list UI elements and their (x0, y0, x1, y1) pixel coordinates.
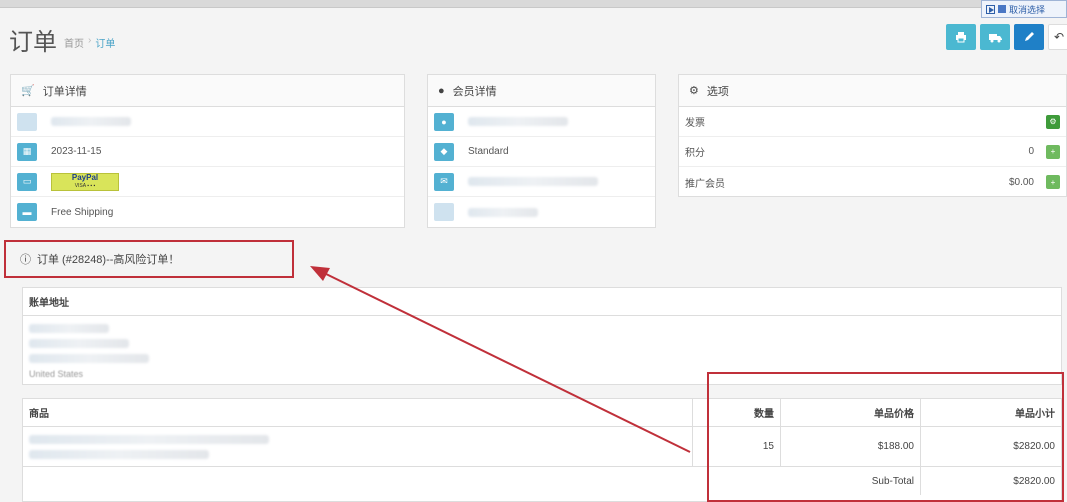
annotation-arrow (310, 266, 691, 453)
